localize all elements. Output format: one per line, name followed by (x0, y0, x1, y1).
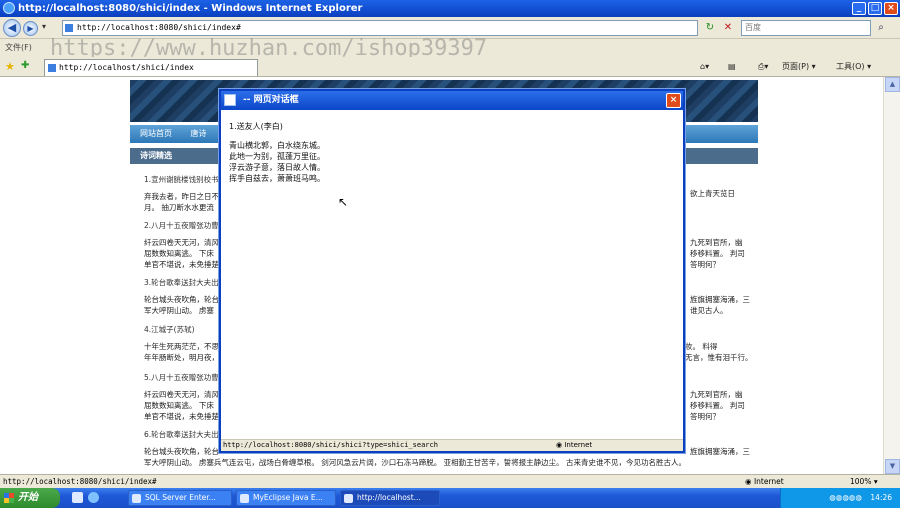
status-url: http://localhost:8080/shici/index# (3, 477, 157, 486)
quicklaunch-desktop-icon[interactable] (72, 492, 83, 503)
dialog-poem-line: 浮云游子意，落日故人情。 (229, 163, 325, 172)
sqlserver-icon (132, 494, 141, 503)
dialog-status-bar: http://localhost:8080/shici/shici?type=s… (221, 439, 683, 451)
task-sqlserver[interactable]: SQL Server Enter... (128, 490, 232, 506)
poem-line: 移移料置。 判司 (690, 401, 745, 410)
ie-logo-icon (3, 2, 15, 14)
home-icon[interactable]: ⌂▾ (700, 60, 709, 74)
dialog-page-icon (224, 94, 236, 106)
task-ie[interactable]: http://localhost... (340, 490, 440, 506)
poem-right-fragment: 欲上青天览日 (690, 188, 758, 199)
forward-button[interactable]: ▶ (23, 21, 38, 36)
poem-line: 九死到官所，幽 (690, 238, 743, 247)
dialog-poem-line: 青山横北郭，白水绕东城。 (229, 141, 325, 150)
tray-icons[interactable]: ◍◍◍◍◍ (829, 493, 862, 502)
poem-right-fragment: 旌旗拥塞海涌，三 谁见古人。 (690, 294, 758, 316)
browser-title-bar: http://localhost:8080/shici/index - Wind… (0, 0, 900, 17)
vertical-scrollbar[interactable]: ▲ ▼ (883, 77, 900, 474)
dialog-poem-line: 此地一为别，孤蓬万里征。 (229, 152, 325, 161)
search-placeholder: 百度 (745, 23, 761, 32)
dialog-close-button[interactable]: × (666, 93, 681, 108)
dialog-poem-line: 挥手自兹去，萧萧班马鸣。 (229, 174, 325, 183)
tab-label: http://localhost/shici/index (59, 63, 194, 72)
search-input[interactable]: 百度 (741, 20, 871, 36)
stop-icon[interactable]: ✕ (720, 20, 736, 36)
start-button[interactable]: 开始 (0, 488, 60, 508)
poem-line: 移移料置。 判司 (690, 249, 745, 258)
myeclipse-icon (240, 494, 249, 503)
poem-line: 旌旗拥塞海涌，三 (690, 447, 750, 456)
scroll-down-icon[interactable]: ▼ (885, 459, 900, 474)
dialog-title: -- 网页对话框 (243, 95, 299, 105)
tab-bar: ★ ✚ http://localhost/shici/index ⌂▾ ▤ ⎙▾… (0, 57, 900, 77)
poem-right-fragment: 九死到官所，幽 移移料置。 判司 答明何？ (690, 237, 758, 270)
poem-right-fragment: 旌旗拥塞海涌，三 (690, 446, 758, 457)
dialog-body: 1.送友人(李白) 青山横北郭，白水绕东城。 此地一为别，孤蓬万里征。 浮云游子… (229, 121, 325, 184)
scroll-up-icon[interactable]: ▲ (885, 77, 900, 92)
quicklaunch-ie-icon[interactable] (88, 492, 99, 503)
zoom-level[interactable]: 100% ▾ (850, 475, 878, 488)
add-favorites-icon[interactable]: ✚ (21, 60, 29, 71)
refresh-icon[interactable]: ↻ (702, 20, 718, 36)
dialog-status-url: http://localhost:8080/shici/shici?type=s… (223, 441, 438, 449)
minimize-button[interactable]: _ (852, 2, 866, 15)
clock: 14:26 (870, 493, 892, 502)
windows-flag-icon (4, 493, 14, 503)
poem-line: 军大呼阴山动。 虏塞兵气连云屯，战场白骨缠草根。 剑河风急云片阔，沙口石冻马蹄脱… (144, 458, 687, 467)
maximize-button[interactable]: □ (868, 2, 882, 15)
close-button[interactable]: × (884, 2, 898, 15)
ie-task-icon (344, 494, 353, 503)
poem-line: 九死到官所，幽 (690, 390, 743, 399)
dialog-poem-title: 1.送友人(李白) (229, 122, 283, 131)
address-input[interactable]: http://localhost:8080/shici/index# (62, 20, 698, 36)
web-dialog: -- 网页对话框 × 1.送友人(李白) 青山横北郭，白水绕东城。 此地一为别，… (219, 89, 685, 453)
nav-home[interactable]: 网站首页 (140, 129, 172, 138)
address-value: http://localhost:8080/shici/index# (77, 23, 241, 32)
start-label: 开始 (18, 492, 38, 503)
print-icon[interactable]: ⎙▾ (758, 60, 768, 74)
dialog-title-bar[interactable]: -- 网页对话框 × (221, 91, 683, 110)
status-bar: http://localhost:8080/shici/index# ◉ Int… (0, 474, 900, 488)
system-tray: ◍◍◍◍◍ 14:26 (780, 488, 900, 508)
tab-localhost[interactable]: http://localhost/shici/index (44, 59, 258, 76)
feeds-icon[interactable]: ▤ (728, 60, 736, 74)
poem-line: 答明何？ (690, 260, 720, 269)
status-zone: ◉ Internet (745, 477, 784, 486)
poem-right-fragment: 九死到官所，幽 移移料置。 判司 答明何？ (690, 389, 758, 422)
search-go-icon[interactable]: ⌕ (873, 20, 889, 36)
tools-menu[interactable]: 工具(O) ▾ (836, 60, 871, 74)
tab-page-icon (48, 64, 56, 72)
taskbar: 开始 SQL Server Enter... MyEclipse Java E.… (0, 488, 900, 508)
mouse-cursor-icon: ↖ (338, 195, 349, 209)
browser-title: http://localhost:8080/shici/index - Wind… (18, 3, 363, 14)
nav-tang[interactable]: 唐诗 (191, 129, 207, 138)
dialog-zone: ◉ Internet (556, 441, 593, 449)
back-button[interactable]: ◀ (3, 19, 21, 37)
poem-line: 答明何？ (690, 412, 720, 421)
page-menu[interactable]: 页面(P) ▾ (782, 60, 816, 74)
page-icon (65, 24, 73, 32)
task-myeclipse[interactable]: MyEclipse Java E... (236, 490, 336, 506)
history-dropdown-icon[interactable]: ▾ (42, 22, 46, 31)
poem-line: 旌旗拥塞海涌，三 (690, 295, 750, 304)
favorites-star-icon[interactable]: ★ (5, 60, 15, 73)
menu-file[interactable]: 文件(F) (5, 43, 32, 52)
poem-line: 欲上青天览日 (690, 189, 735, 198)
poem-line: 谁见古人。 (690, 306, 728, 315)
